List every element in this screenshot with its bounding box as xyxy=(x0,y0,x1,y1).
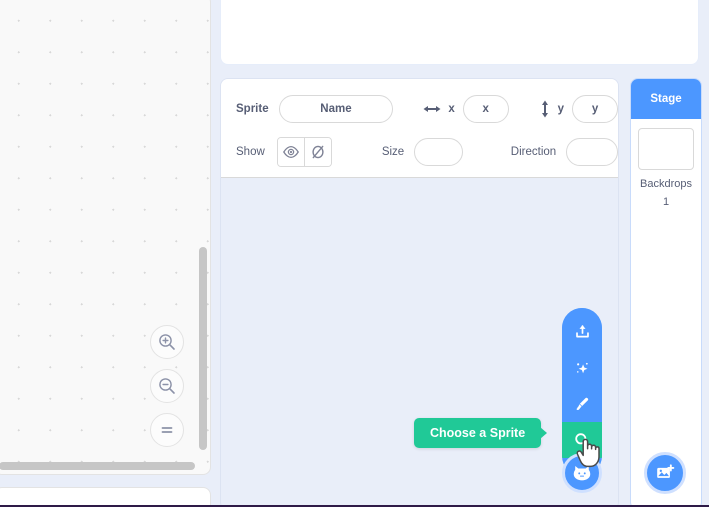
zoom-in-icon xyxy=(159,334,175,350)
sprite-info-row-display: Show Size Direction xyxy=(221,137,618,167)
paintbrush-icon xyxy=(575,397,588,410)
sprite-name-label: Sprite xyxy=(236,103,269,115)
sprite-size-input[interactable] xyxy=(414,138,463,166)
sprite-x-input[interactable]: x xyxy=(462,95,509,123)
backdrops-label: Backdrops xyxy=(640,178,692,190)
zoom-controls xyxy=(150,325,184,447)
stage-backdrop-thumbnail[interactable] xyxy=(638,128,694,170)
eye-crossed-icon xyxy=(312,145,324,159)
eye-icon xyxy=(283,145,299,159)
workspace-horizontal-scrollbar[interactable] xyxy=(0,462,195,470)
choose-sprite-fab[interactable] xyxy=(562,453,602,493)
sprite-list[interactable] xyxy=(221,178,618,507)
image-plus-icon xyxy=(657,464,675,478)
zoom-reset-icon xyxy=(161,427,173,433)
cat-icon xyxy=(573,466,591,481)
stage-selector-header[interactable]: Stage xyxy=(631,79,701,119)
sprite-info-row-position: Sprite Name x x y y xyxy=(221,95,618,123)
show-visible-button[interactable] xyxy=(277,138,305,166)
backpack-panel[interactable] xyxy=(0,487,211,507)
horizontal-arrows-icon xyxy=(423,102,441,116)
scratch-editor-root: Sprite Name x x y y Show Size Direction … xyxy=(0,0,709,507)
sprite-name-input[interactable]: Name xyxy=(278,95,394,123)
surprise-sprite-button[interactable] xyxy=(562,350,602,386)
sparkles-icon xyxy=(576,362,588,373)
backdrops-count: 1 xyxy=(662,196,670,208)
paint-sprite-button[interactable] xyxy=(562,386,602,422)
choose-backdrop-fab[interactable] xyxy=(644,452,686,494)
sprite-y-input[interactable]: y xyxy=(572,95,618,123)
workspace-vertical-scrollbar[interactable] xyxy=(199,247,207,450)
show-label: Show xyxy=(236,146,265,158)
direction-label: Direction xyxy=(510,146,557,158)
zoom-out-icon xyxy=(159,378,175,394)
magnifier-icon xyxy=(575,433,590,448)
sprite-info-panel: Sprite Name x x y y Show Size Direction xyxy=(221,79,618,178)
stage-selector-panel[interactable]: Stage Backdrops 1 xyxy=(630,78,702,507)
upload-icon xyxy=(575,324,589,338)
show-toggle-group xyxy=(276,137,332,167)
sprite-action-menu-items xyxy=(562,308,602,476)
zoom-reset-button[interactable] xyxy=(150,413,184,447)
code-workspace[interactable] xyxy=(0,0,211,475)
size-label: Size xyxy=(381,146,405,158)
zoom-in-button[interactable] xyxy=(150,325,184,359)
zoom-out-button[interactable] xyxy=(150,369,184,403)
sprite-direction-input[interactable] xyxy=(566,138,618,166)
y-axis-label: y xyxy=(557,103,565,115)
upload-sprite-button[interactable] xyxy=(562,308,602,350)
sprite-action-menu xyxy=(562,308,602,493)
show-hidden-button[interactable] xyxy=(304,138,331,166)
x-axis-label: x xyxy=(448,103,455,115)
choose-sprite-tooltip: Choose a Sprite xyxy=(414,418,542,448)
stage-canvas[interactable] xyxy=(220,0,699,65)
vertical-arrows-icon xyxy=(539,100,551,118)
